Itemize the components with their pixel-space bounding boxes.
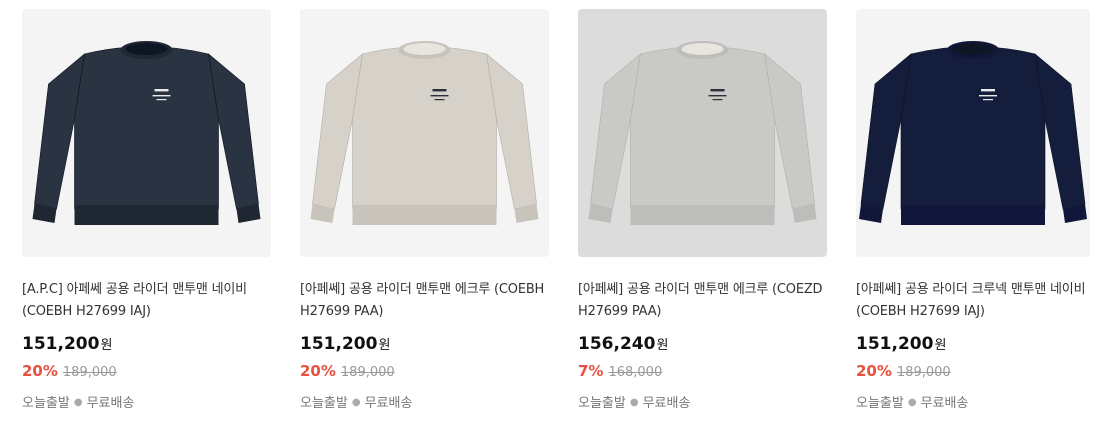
sweatshirt-image: [588, 41, 817, 225]
product-title[interactable]: [아페쎄] 공용 라이더 맨투맨 에크루 (COEZD H27699 PAA): [578, 279, 827, 323]
discount-rate: 7%: [578, 362, 604, 380]
product-image[interactable]: [578, 9, 827, 257]
product-image[interactable]: [300, 9, 549, 257]
discount-rate: 20%: [300, 362, 336, 380]
sweatshirt-image: [32, 41, 261, 225]
discount-rate: 20%: [856, 362, 892, 380]
shipping-today-label: 오늘출발: [856, 396, 904, 411]
product-title[interactable]: [A.P.C] 아페쎄 공용 라이더 맨투맨 네이비 (COEBH H27699…: [22, 279, 271, 323]
sweatshirt-image: [859, 41, 1087, 225]
discount-row: 20% 189,000: [856, 360, 1090, 384]
shipping-today-label: 오늘출발: [578, 396, 626, 411]
separator-dot: ●: [629, 397, 639, 408]
discount-rate: 20%: [22, 362, 58, 380]
free-shipping-label: 무료배송: [86, 396, 135, 411]
shipping-info: 오늘출발 ● 무료배송: [22, 393, 271, 414]
product-card[interactable]: [아페쎄] 공용 라이더 맨투맨 에크루 (COEBH H27699 PAA) …: [300, 9, 549, 414]
original-price: 189,000: [340, 365, 395, 380]
product-card[interactable]: [아페쎄] 공용 라이더 크루넥 맨투맨 네이비 (COEBH H27699 I…: [856, 9, 1090, 414]
discount-row: 7% 168,000: [578, 360, 827, 384]
product-title[interactable]: [아페쎄] 공용 라이더 크루넥 맨투맨 네이비 (COEBH H27699 I…: [856, 279, 1090, 323]
product-price: 151,200원: [856, 334, 947, 354]
product-image[interactable]: [22, 9, 271, 257]
shipping-today-label: 오늘출발: [22, 396, 70, 411]
shipping-info: 오늘출발 ● 무료배송: [578, 393, 827, 414]
original-price: 168,000: [608, 365, 663, 380]
original-price: 189,000: [896, 365, 951, 380]
discount-row: 20% 189,000: [22, 360, 271, 384]
separator-dot: ●: [907, 397, 917, 408]
free-shipping-label: 무료배송: [364, 396, 413, 411]
product-image[interactable]: [856, 9, 1090, 257]
shipping-today-label: 오늘출발: [300, 396, 348, 411]
product-card[interactable]: [A.P.C] 아페쎄 공용 라이더 맨투맨 네이비 (COEBH H27699…: [22, 9, 271, 414]
product-price: 151,200원: [22, 334, 113, 354]
product-title[interactable]: [아페쎄] 공용 라이더 맨투맨 에크루 (COEBH H27699 PAA): [300, 279, 549, 323]
separator-dot: ●: [73, 397, 83, 408]
sweatshirt-image: [310, 41, 539, 225]
product-card[interactable]: [아페쎄] 공용 라이더 맨투맨 에크루 (COEZD H27699 PAA) …: [578, 9, 827, 414]
product-grid: [A.P.C] 아페쎄 공용 라이더 맨투맨 네이비 (COEBH H27699…: [0, 0, 1115, 428]
product-price: 156,240원: [578, 334, 669, 354]
shipping-info: 오늘출발 ● 무료배송: [300, 393, 549, 414]
shipping-info: 오늘출발 ● 무료배송: [856, 393, 1090, 414]
original-price: 189,000: [62, 365, 117, 380]
product-price: 151,200원: [300, 334, 391, 354]
free-shipping-label: 무료배송: [642, 396, 691, 411]
free-shipping-label: 무료배송: [920, 396, 969, 411]
discount-row: 20% 189,000: [300, 360, 549, 384]
separator-dot: ●: [351, 397, 361, 408]
